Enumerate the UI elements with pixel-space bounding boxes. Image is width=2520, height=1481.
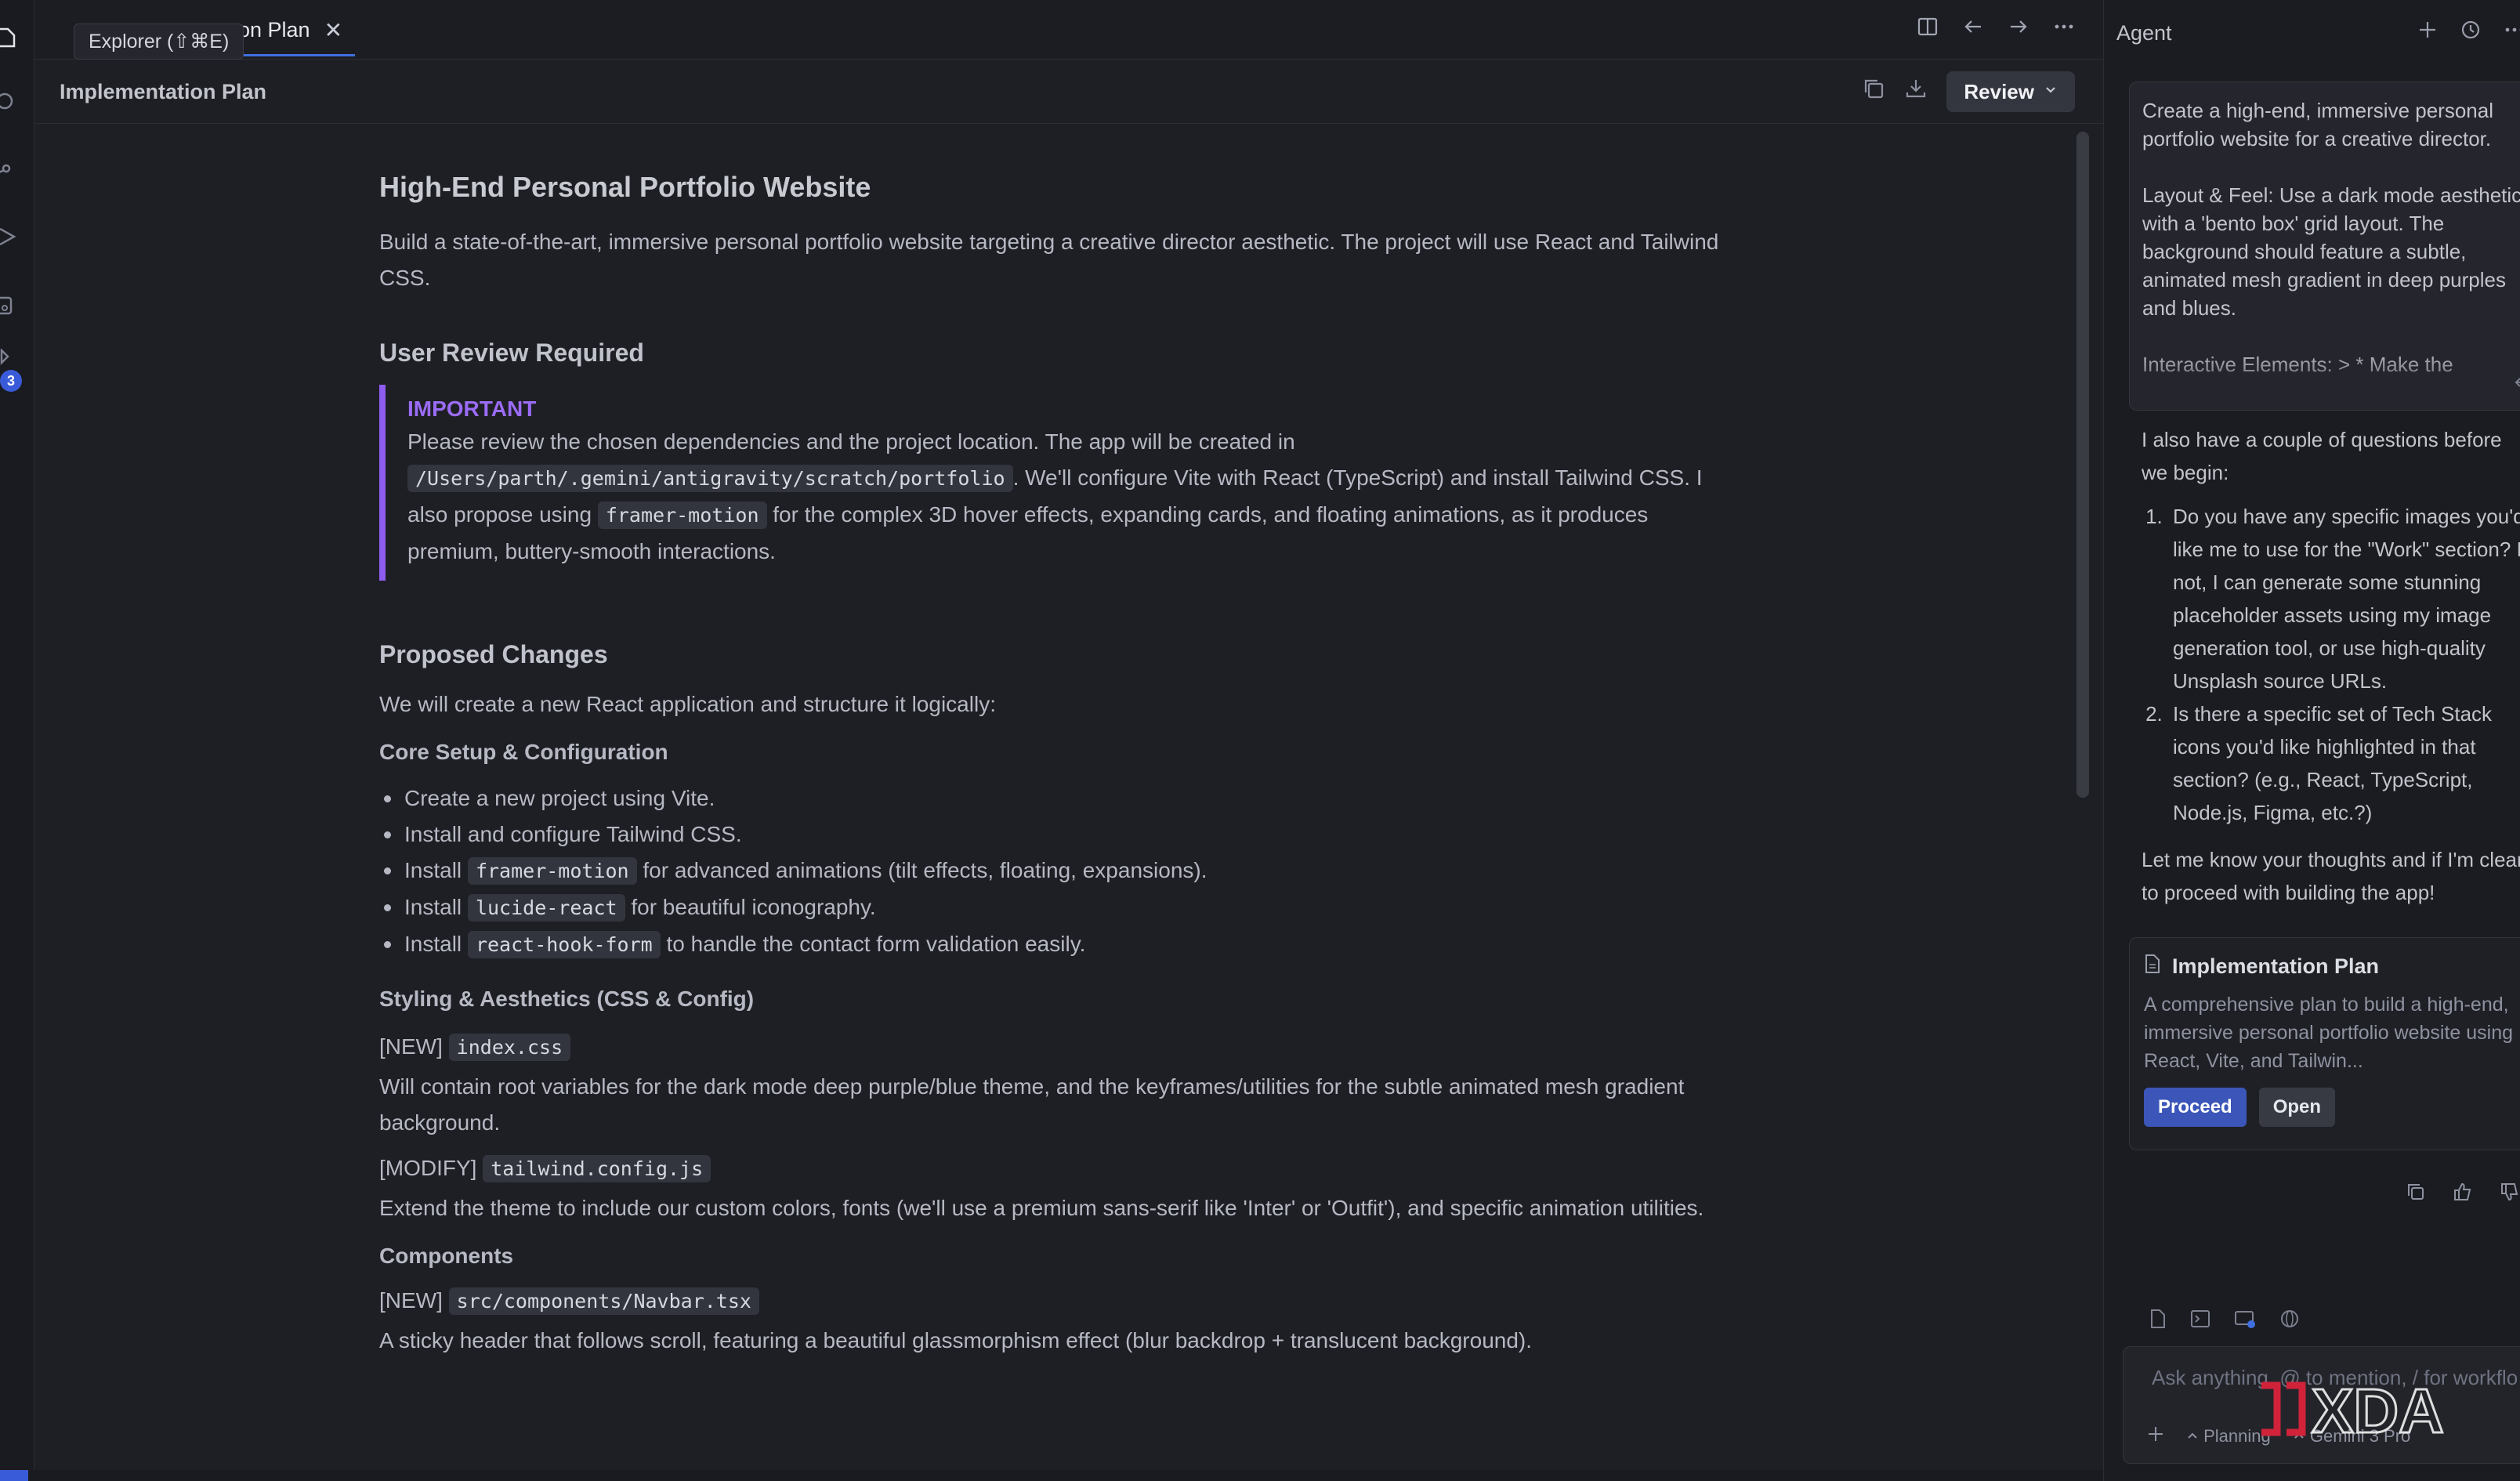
undo-icon[interactable]	[2514, 375, 2520, 399]
explorer-tooltip: Explorer (⇧⌘E)	[74, 24, 244, 60]
list-item: Create a new project using Vite.	[379, 780, 1743, 817]
search-icon[interactable]	[0, 91, 17, 113]
file-desc: Extend the theme to include our custom c…	[379, 1196, 1704, 1220]
svg-text:XDA: XDA	[2312, 1376, 2444, 1446]
back-arrow-icon[interactable]	[1962, 16, 1984, 44]
prompt-fade	[2130, 347, 2520, 410]
files-icon[interactable]	[0, 27, 17, 49]
tab-label: on Plan	[238, 17, 310, 42]
proceed-button[interactable]: Proceed	[2144, 1088, 2247, 1127]
document-title: Implementation Plan	[60, 79, 267, 103]
agent-title: Agent	[2116, 20, 2172, 45]
agent-header: Agent	[2104, 0, 2520, 66]
list-item: Is there a specific set of Tech Stack ic…	[2168, 697, 2520, 829]
plus-icon[interactable]	[2417, 20, 2438, 46]
components-heading: Components	[379, 1244, 514, 1268]
browser-icon[interactable]	[2234, 1309, 2256, 1334]
activity-bar: 3	[0, 0, 34, 1481]
scrollbar[interactable]	[2076, 132, 2089, 798]
review-button[interactable]: Review	[1946, 71, 2075, 112]
copy-icon[interactable]	[1862, 77, 1885, 107]
source-control-icon[interactable]	[0, 157, 17, 179]
list-item: Install lucide-react for beautiful icono…	[379, 889, 1743, 926]
active-tab-indicator	[226, 54, 356, 56]
open-button[interactable]: Open	[2258, 1088, 2336, 1127]
list-item: Install and configure Tailwind CSS.	[379, 817, 1743, 853]
review-label: Review	[1964, 79, 2034, 103]
important-label: IMPORTANT	[407, 397, 537, 421]
question-list: Do you have any specific images you'd li…	[2168, 500, 2520, 829]
terminal-icon[interactable]	[2190, 1309, 2210, 1334]
agent-header-actions	[2417, 0, 2520, 66]
user-prompt-text: Create a high-end, immersive personal po…	[2142, 99, 2520, 376]
implementation-plan-card: Implementation Plan A comprehensive plan…	[2129, 937, 2520, 1150]
inline-code: framer-motion	[597, 502, 767, 529]
review-heading: User Review Required	[379, 339, 644, 367]
forward-arrow-icon[interactable]	[2008, 16, 2029, 44]
document-header: Implementation Plan Review	[34, 60, 2103, 124]
run-debug-icon[interactable]	[0, 226, 17, 248]
core-setup-list: Create a new project using Vite. Install…	[379, 780, 1743, 963]
editor-actions	[1917, 0, 2075, 60]
list-item: Do you have any specific images you'd li…	[2168, 500, 2520, 697]
document-icon	[2144, 954, 2161, 979]
important-callout: IMPORTANT Please review the chosen depen…	[379, 385, 1743, 581]
more-icon[interactable]	[2053, 16, 2075, 44]
feedback-actions	[2406, 1182, 2520, 1208]
reply-closing: Let me know your thoughts and if I'm cle…	[2142, 848, 2520, 904]
extensions-badge: 3	[0, 370, 22, 392]
more-icon[interactable]	[2504, 19, 2520, 47]
proposed-heading: Proposed Changes	[379, 640, 608, 668]
chevron-up-icon	[2188, 1432, 2197, 1439]
plan-title: High-End Personal Portfolio Website	[379, 171, 871, 203]
proposed-intro: We will create a new React application a…	[379, 692, 996, 716]
list-item: Install framer-motion for advanced anima…	[379, 853, 1743, 889]
core-heading: Core Setup & Configuration	[379, 740, 668, 764]
xda-watermark-logo: XDA	[2261, 1375, 2445, 1447]
agent-reply: I also have a couple of questions before…	[2142, 423, 2520, 909]
thumbs-up-icon[interactable]	[2453, 1182, 2473, 1208]
reply-intro: I also have a couple of questions before…	[2142, 428, 2502, 484]
agent-panel: Agent Create a high-end, immersive perso…	[2103, 0, 2520, 1481]
chevron-down-icon	[2044, 82, 2058, 101]
plan-card-buttons: Proceed Open	[2144, 1088, 2520, 1127]
plus-icon[interactable]	[2147, 1425, 2164, 1447]
extensions-icon[interactable]	[0, 348, 17, 370]
list-item: Install react-hook-form to handle the co…	[379, 926, 1743, 963]
remote-icon[interactable]	[0, 295, 17, 317]
document-body: High-End Personal Portfolio Website Buil…	[34, 124, 2103, 1481]
file-icon[interactable]	[2149, 1309, 2167, 1334]
file-entry-index-css: [NEW] index.css	[379, 1029, 1743, 1066]
split-editor-icon[interactable]	[1917, 16, 1939, 44]
remote-indicator[interactable]	[0, 1470, 28, 1481]
plan-card-title: Implementation Plan	[2144, 954, 2520, 979]
file-entry-tailwind-config: [MODIFY] tailwind.config.js	[379, 1150, 1743, 1187]
project-path: /Users/parth/.gemini/antigravity/scratch…	[407, 465, 1013, 492]
file-entry-navbar: [NEW] src/components/Navbar.tsx	[379, 1283, 1743, 1320]
history-icon[interactable]	[2460, 19, 2482, 47]
thumbs-down-icon[interactable]	[2500, 1182, 2520, 1208]
plan-intro: Build a state-of-the-art, immersive pers…	[379, 230, 1719, 290]
styling-heading: Styling & Aesthetics (CSS & Config)	[379, 987, 755, 1011]
important-text: Please review the chosen dependencies an…	[407, 429, 1703, 563]
file-desc: Will contain root variables for the dark…	[379, 1074, 1685, 1135]
document-actions: Review	[1862, 60, 2075, 124]
plan-card-desc: A comprehensive plan to build a high-end…	[2144, 994, 2514, 1072]
file-desc: A sticky header that follows scroll, fea…	[379, 1328, 1533, 1352]
globe-icon[interactable]	[2279, 1309, 2300, 1334]
close-icon[interactable]: ✕	[324, 17, 342, 43]
plan-content: High-End Personal Portfolio Website Buil…	[379, 171, 1743, 1359]
context-icons	[2149, 1309, 2300, 1334]
editor-tabbar: on Plan ✕ Explorer (⇧⌘E)	[34, 0, 2103, 60]
status-bar	[0, 1470, 2103, 1481]
download-icon[interactable]	[1904, 77, 1928, 107]
user-prompt: Create a high-end, immersive personal po…	[2129, 81, 2520, 411]
copy-icon[interactable]	[2406, 1182, 2426, 1208]
